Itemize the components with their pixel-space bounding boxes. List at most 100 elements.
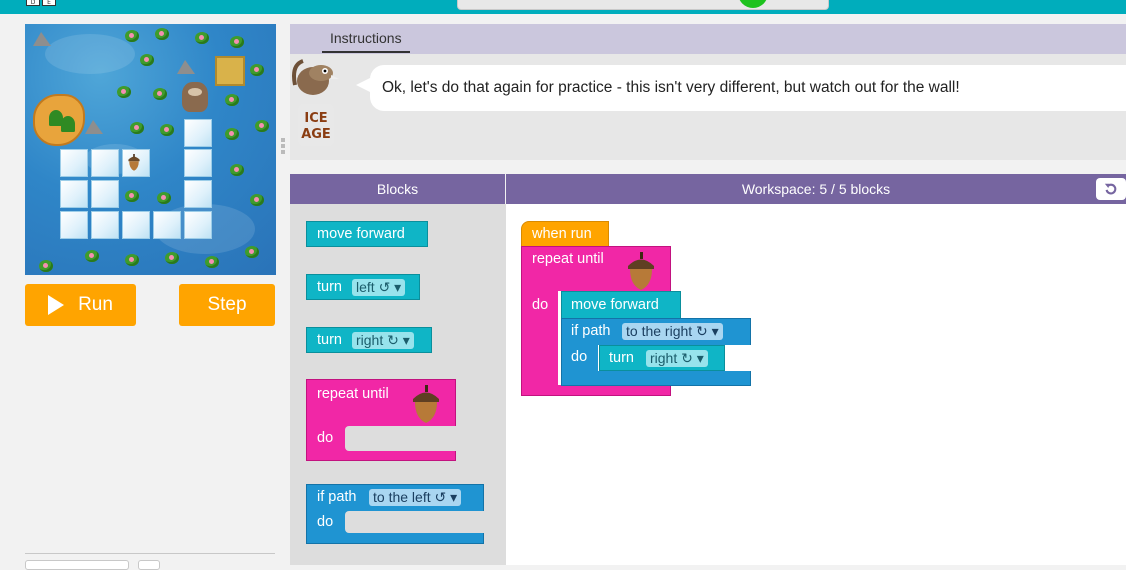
workspace-title: Workspace: 5 / 5 blocks <box>741 181 891 197</box>
scrat-character <box>182 82 208 112</box>
maze-path-tile <box>153 211 181 239</box>
language-toggle-right[interactable]: E <box>42 0 56 6</box>
step-button[interactable]: Step <box>179 284 275 326</box>
lily-pad <box>130 122 144 134</box>
lily-pad <box>250 194 264 206</box>
scrat-avatar-icon <box>292 59 339 95</box>
toolbox-turn-right-block[interactable]: turn right ↻ ▾ <box>306 327 432 353</box>
run-button-label: Run <box>78 294 113 315</box>
lily-pad <box>160 124 174 136</box>
move-forward-block[interactable]: move forward <box>561 291 681 319</box>
lily-pad <box>117 86 131 98</box>
lily-pad <box>155 28 169 40</box>
maze-path-tile <box>60 180 88 208</box>
acorn-icon <box>413 385 439 423</box>
block-label: turn <box>609 350 634 366</box>
reset-icon <box>1104 183 1117 195</box>
lily-pad <box>245 246 259 258</box>
direction-dropdown[interactable]: right ↻ ▾ <box>646 350 708 367</box>
maze-path-tile <box>91 149 119 177</box>
maze-path-tile <box>91 180 119 208</box>
maze-view <box>25 24 276 275</box>
maze-path-tile <box>91 211 119 239</box>
lily-pad <box>230 36 244 48</box>
workspace-header: Workspace: 5 / 5 blocks <box>506 174 1126 204</box>
svg-text:AGE: AGE <box>301 127 331 142</box>
lily-pad <box>85 250 99 262</box>
maze-path-tile <box>184 211 212 239</box>
rock-decoration <box>33 32 51 46</box>
turn-right-block[interactable]: turn right ↻ ▾ <box>599 345 725 371</box>
panel-resize-handle[interactable] <box>281 138 285 158</box>
statement-slot <box>345 511 485 533</box>
block-label: do <box>317 430 334 446</box>
lily-pad <box>255 120 269 132</box>
lily-pad <box>205 256 219 268</box>
maze-path-tile <box>122 211 150 239</box>
block-label: move forward <box>317 226 405 242</box>
block-label: when run <box>532 226 592 242</box>
direction-dropdown[interactable]: right ↻ ▾ <box>352 332 414 349</box>
workspace: when run repeat until do move forward if… <box>506 204 1126 565</box>
divider <box>25 553 275 554</box>
crate-obstacle <box>215 56 245 86</box>
play-icon <box>48 295 65 315</box>
lily-pad <box>157 192 171 204</box>
maze-path-tile <box>184 119 212 147</box>
toolbox-repeat-until-block[interactable]: repeat until do <box>306 379 457 461</box>
bottom-control[interactable] <box>25 560 129 570</box>
lily-pad <box>140 54 154 66</box>
blocks-toolbox: move forward turn left ↺ ▾ turn right ↻ … <box>290 204 506 565</box>
path-direction-dropdown[interactable]: to the right ↻ ▾ <box>622 323 723 340</box>
block-label: repeat until <box>532 251 604 267</box>
lily-pad <box>230 164 244 176</box>
direction-dropdown[interactable]: left ↺ ▾ <box>352 279 406 296</box>
maze-path-tile <box>184 149 212 177</box>
current-level-dot[interactable] <box>738 0 768 8</box>
acorn-icon <box>628 252 654 290</box>
rock-decoration <box>177 60 195 74</box>
svg-text:ICE: ICE <box>304 111 327 126</box>
instruction-bubble: Ok, let's do that again for practice - t… <box>356 65 1126 111</box>
bottom-control[interactable] <box>138 560 160 570</box>
block-label: repeat until <box>317 386 389 402</box>
run-button[interactable]: Run <box>25 284 136 326</box>
block-label: if path <box>317 489 357 505</box>
block-label: turn <box>317 332 342 348</box>
block-label: move forward <box>571 297 659 313</box>
lily-pad <box>39 260 53 272</box>
when-run-block[interactable]: when run <box>521 221 609 247</box>
lily-pad <box>125 190 139 202</box>
ice-age-logo-icon: ICE AGE <box>298 104 334 146</box>
path-direction-dropdown[interactable]: to the left ↺ ▾ <box>369 489 462 506</box>
statement-slot <box>345 426 457 451</box>
maze-path-tile <box>60 211 88 239</box>
lily-pad <box>225 94 239 106</box>
lily-pad <box>165 252 179 264</box>
lily-pad <box>195 32 209 44</box>
lily-pad <box>125 30 139 42</box>
toolbox-if-path-block[interactable]: if path to the left ↺ ▾ do <box>306 484 485 544</box>
lily-pad <box>250 64 264 76</box>
toolbox-move-forward-block[interactable]: move forward <box>306 221 428 247</box>
tab-instructions[interactable]: Instructions <box>322 30 410 53</box>
instruction-text: Ok, let's do that again for practice - t… <box>382 79 960 96</box>
reset-workspace-button[interactable] <box>1096 178 1126 200</box>
instructions-resize-grip[interactable] <box>801 164 821 179</box>
rock-decoration <box>85 120 103 134</box>
lily-pad <box>225 128 239 140</box>
blocks-header: Blocks <box>290 174 505 204</box>
lily-pad <box>153 88 167 100</box>
toolbox-turn-left-block[interactable]: turn left ↺ ▾ <box>306 274 420 300</box>
top-bar: D E <box>0 0 1126 14</box>
block-label: do <box>532 297 549 313</box>
maze-path-tile <box>184 180 212 208</box>
island-decoration <box>33 94 85 146</box>
block-label: turn <box>317 279 342 295</box>
acorn-goal-icon <box>128 154 140 171</box>
language-toggle-left[interactable]: D <box>26 0 40 6</box>
lily-pad <box>125 254 139 266</box>
maze-path-tile <box>60 149 88 177</box>
instructions-tab-bar <box>290 24 1126 54</box>
blocks-title: Blocks <box>376 181 419 197</box>
